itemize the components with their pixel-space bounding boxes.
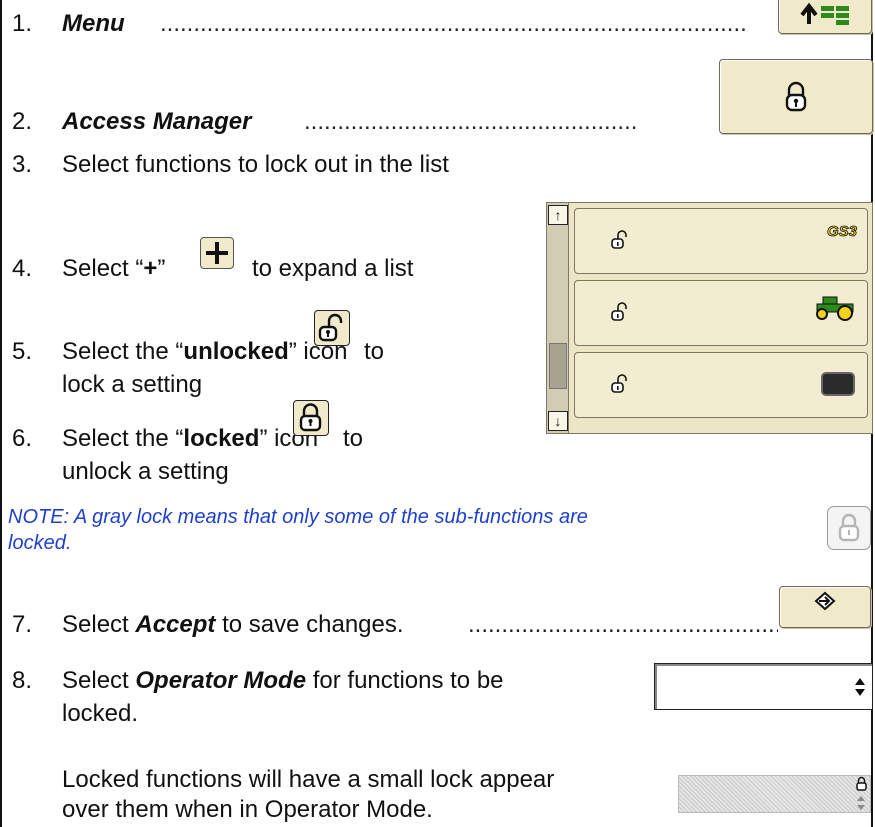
step-number: 4. — [12, 255, 33, 282]
step-number: 8. — [12, 667, 33, 694]
accept-icon — [814, 591, 836, 611]
step-number: 6. — [12, 425, 33, 452]
unlocked-icon — [611, 230, 627, 249]
list-scrollbar[interactable]: ↑ ↓ — [547, 203, 569, 433]
up-down-arrow-icon — [855, 678, 865, 696]
step-text: Select functions to lock out in the list — [62, 151, 449, 178]
small-lock-icon — [856, 776, 867, 791]
step-label-access-manager: Access Manager — [62, 108, 252, 135]
step-text: Select the “locked” icon — [62, 425, 319, 452]
menu-button[interactable] — [778, 0, 872, 34]
locked-icon — [299, 403, 322, 432]
step-text: Select “+” — [62, 255, 166, 282]
list-item-machine[interactable] — [574, 280, 868, 346]
step-number: 1. — [12, 10, 33, 37]
note-text-line2: locked. — [8, 532, 72, 554]
step-text-after: to — [364, 338, 385, 365]
unlocked-icon — [611, 302, 627, 321]
leader-dots: ........................................… — [304, 108, 638, 135]
step-text-after: to expand a list — [252, 255, 414, 282]
arrow-up-icon: ↑ — [554, 207, 562, 223]
step-number: 7. — [12, 611, 33, 638]
unlocked-icon — [318, 313, 343, 342]
step-number: 3. — [12, 151, 33, 178]
step-text-after: to — [343, 425, 364, 452]
step-text: Select Operator Mode for functions to be — [62, 667, 504, 694]
scroll-thumb[interactable] — [549, 343, 567, 389]
scroll-up-button[interactable]: ↑ — [548, 205, 568, 225]
tractor-icon — [816, 296, 854, 321]
step-text-line2: unlock a setting — [62, 458, 229, 485]
menu-icon — [800, 2, 849, 25]
info-text: Locked functions will have a small lock … — [62, 766, 555, 793]
up-down-arrow-icon — [857, 796, 865, 810]
lock-icon — [785, 81, 807, 111]
plus-icon — [206, 242, 228, 264]
locked-field-example — [678, 775, 871, 813]
step-text: Select Accept to save changes. — [62, 611, 404, 638]
step-number: 2. — [12, 108, 33, 135]
operator-mode-dropdown[interactable] — [654, 663, 873, 710]
step-text-line2: lock a setting — [62, 371, 203, 398]
display-icon — [821, 372, 855, 396]
scroll-down-button[interactable]: ↓ — [548, 411, 568, 431]
expand-button[interactable] — [200, 237, 234, 269]
accept-button[interactable] — [779, 586, 871, 628]
step-label-menu: Menu — [62, 10, 125, 37]
function-list-panel: ↑ ↓ GS3 — [546, 202, 873, 434]
list-item-gs3[interactable]: GS3 — [574, 208, 868, 274]
list-item-display[interactable] — [574, 352, 868, 418]
locked-button[interactable] — [293, 400, 329, 436]
gs3-logo: GS3 — [826, 223, 858, 241]
partial-lock-indicator — [827, 506, 871, 550]
step-number: 5. — [12, 338, 33, 365]
unlocked-button[interactable] — [314, 310, 350, 346]
gray-lock-icon — [838, 513, 860, 542]
info-text-line2: over them when in Operator Mode. — [62, 796, 433, 823]
access-manager-button[interactable] — [719, 59, 873, 134]
unlocked-icon — [611, 374, 627, 393]
arrow-down-icon: ↓ — [554, 413, 562, 429]
step-text: Select the “unlocked” icon — [62, 338, 348, 365]
note-text: NOTE: A gray lock means that only some o… — [8, 506, 588, 528]
leader-dots: ........................................… — [160, 10, 747, 37]
leader-dots: ........................................… — [468, 611, 778, 638]
step-text-line2: locked. — [62, 700, 139, 727]
